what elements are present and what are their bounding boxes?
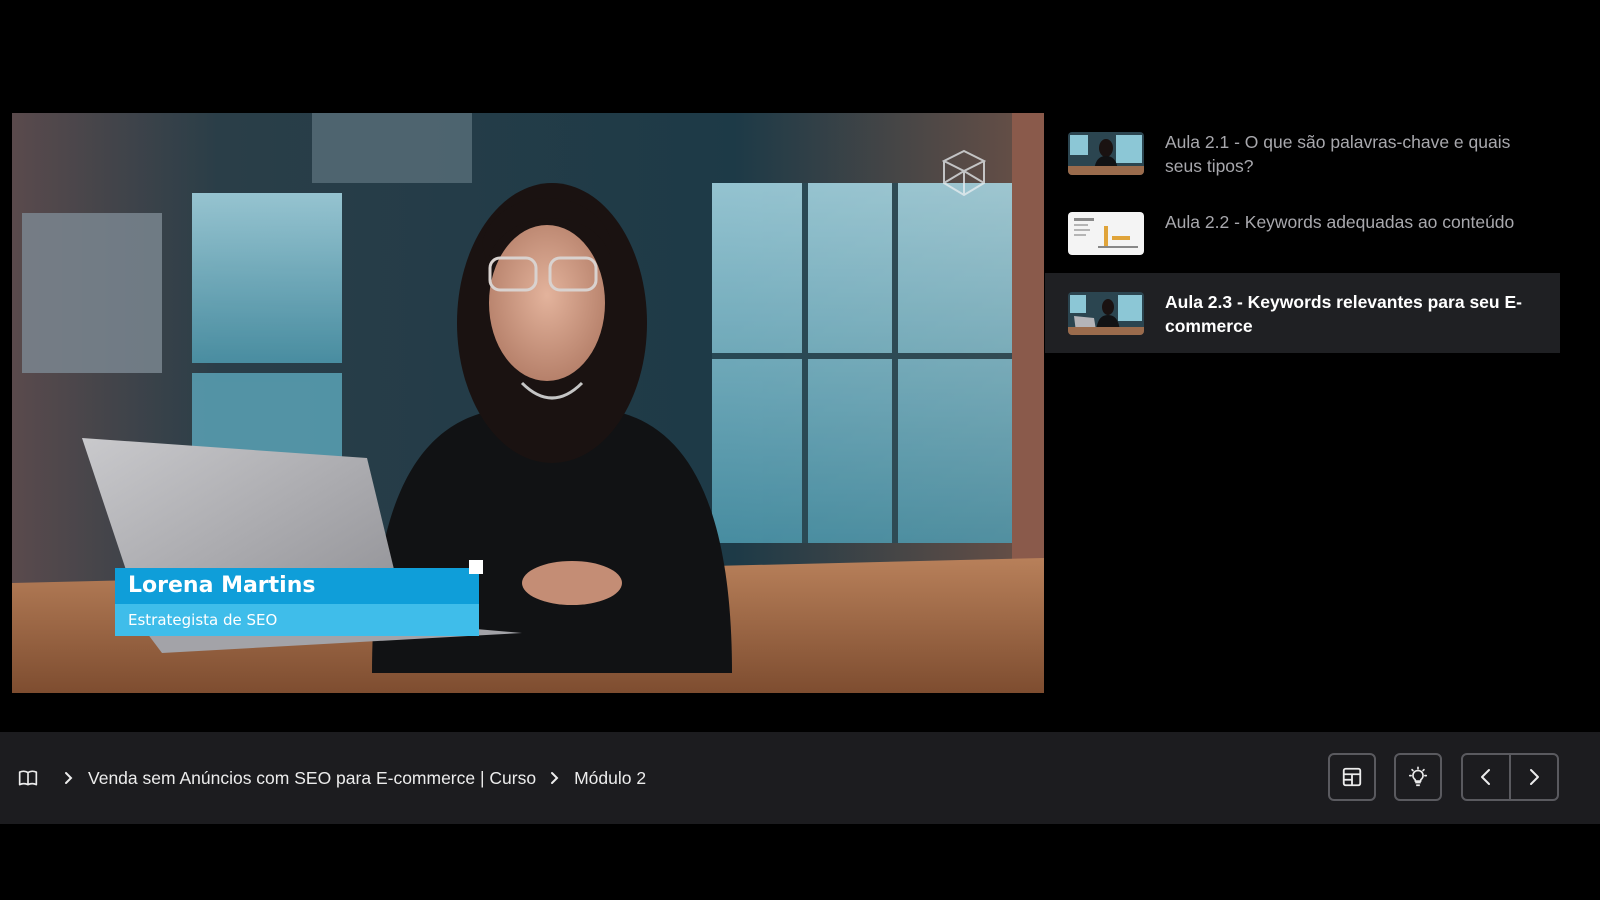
- theme-toggle-button[interactable]: [1394, 753, 1442, 801]
- chevron-left-icon: [1481, 769, 1490, 785]
- lesson-title: Aula 2.2 - Keywords adequadas ao conteúd…: [1165, 212, 1515, 232]
- lesson-navigation: [1461, 753, 1559, 801]
- chevron-right-icon: [551, 772, 559, 784]
- presenter-lower-third: Lorena Martins Estrategista de SEO: [115, 560, 483, 636]
- lesson-player-page: Lorena Martins Estrategista de SEO Aula …: [0, 0, 1600, 900]
- presenter-role: Estrategista de SEO: [115, 604, 479, 636]
- lesson-playlist: Aula 2.1 - O que são palavras-chave e qu…: [1045, 113, 1560, 353]
- lesson-item-2-2[interactable]: Aula 2.2 - Keywords adequadas ao conteúd…: [1045, 193, 1560, 273]
- video-player[interactable]: Lorena Martins Estrategista de SEO: [12, 113, 1044, 693]
- breadcrumb-course[interactable]: Venda sem Anúncios com SEO para E-commer…: [88, 768, 536, 789]
- book-icon[interactable]: [18, 768, 38, 788]
- layout-icon: [1342, 767, 1362, 787]
- lesson-thumbnail: [1068, 132, 1144, 175]
- lesson-item-2-3[interactable]: Aula 2.3 - Keywords relevantes para seu …: [1045, 273, 1560, 353]
- lower-third-marker: [469, 560, 483, 574]
- lightbulb-icon: [1408, 766, 1428, 787]
- breadcrumb-module[interactable]: Módulo 2: [574, 768, 646, 789]
- next-lesson-button[interactable]: [1509, 755, 1557, 799]
- layout-toggle-button[interactable]: [1328, 753, 1376, 801]
- breadcrumb: Venda sem Anúncios com SEO para E-commer…: [18, 732, 646, 824]
- lesson-thumbnail: [1068, 292, 1144, 335]
- bottom-navigation-bar: Venda sem Anúncios com SEO para E-commer…: [0, 732, 1600, 824]
- platform-logo-icon: [942, 149, 986, 197]
- lesson-thumbnail: [1068, 212, 1144, 255]
- lesson-item-2-1[interactable]: Aula 2.1 - O que são palavras-chave e qu…: [1045, 113, 1560, 193]
- presenter-name: Lorena Martins: [115, 568, 479, 604]
- chevron-right-icon: [65, 772, 73, 784]
- lesson-title: Aula 2.1 - O que são palavras-chave e qu…: [1165, 132, 1511, 176]
- lesson-title: Aula 2.3 - Keywords relevantes para seu …: [1165, 292, 1522, 336]
- chevron-right-icon: [1530, 769, 1539, 785]
- previous-lesson-button[interactable]: [1463, 755, 1509, 799]
